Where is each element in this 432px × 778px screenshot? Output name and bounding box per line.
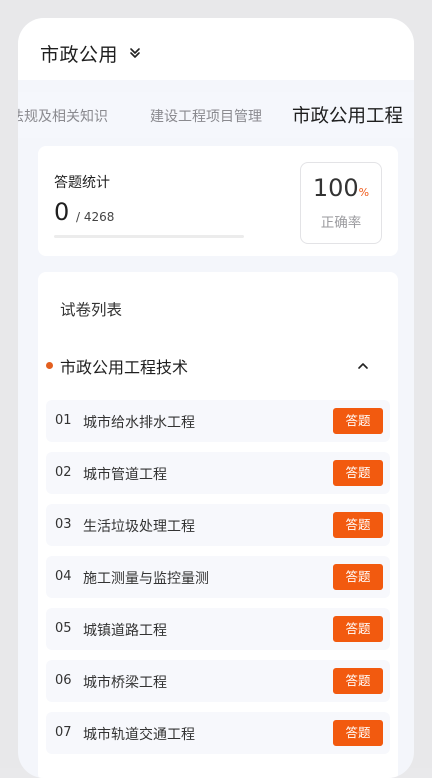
paper-name: 城镇道路工程 (83, 623, 167, 639)
answer-button[interactable]: 答题 (333, 460, 383, 486)
paper-item[interactable]: 02 城市管道工程 答题 (46, 452, 390, 494)
paper-number: 07 (55, 725, 72, 740)
paper-item[interactable]: 01 城市给水排水工程 答题 (46, 400, 390, 442)
header: 市政公用 (18, 18, 414, 80)
answer-button[interactable]: 答题 (333, 616, 383, 642)
main-card: 市政公用 法规及相关知识 建设工程项目管理 市政公用工程 答题统计 0 / 42… (18, 18, 414, 778)
paper-number: 05 (55, 621, 72, 636)
paper-number: 03 (55, 517, 72, 532)
subject-tabs: 法规及相关知识 建设工程项目管理 市政公用工程 (18, 92, 414, 138)
accuracy-value: 100% (301, 174, 381, 202)
paper-name: 城市桥梁工程 (83, 675, 167, 691)
answer-button[interactable]: 答题 (333, 564, 383, 590)
answered-count: 0 (54, 198, 70, 226)
paper-number: 02 (55, 465, 72, 480)
paper-list-title: 试卷列表 (60, 301, 123, 319)
paper-name: 城市给水排水工程 (83, 415, 195, 431)
paper-number: 04 (55, 569, 72, 584)
paper-list-card: 试卷列表 市政公用工程技术 01 城市给水排水工程 答题 02 城市管道工程 答… (38, 272, 398, 778)
total-count: / 4268 (76, 210, 115, 224)
accuracy-box: 100% 正确率 (300, 162, 382, 244)
paper-number: 01 (55, 413, 72, 428)
answer-button[interactable]: 答题 (333, 408, 383, 434)
header-title: 市政公用 (40, 44, 119, 66)
accuracy-number: 100 (312, 174, 359, 202)
paper-name: 城市管道工程 (83, 467, 167, 483)
paper-item[interactable]: 06 城市桥梁工程 答题 (46, 660, 390, 702)
paper-item[interactable]: 04 施工测量与监控量测 答题 (46, 556, 390, 598)
paper-name: 生活垃圾处理工程 (83, 519, 195, 535)
answer-button[interactable]: 答题 (333, 668, 383, 694)
paper-name: 施工测量与监控量测 (83, 571, 209, 587)
answer-button[interactable]: 答题 (333, 720, 383, 746)
progress-bar (54, 235, 244, 238)
paper-item[interactable]: 03 生活垃圾处理工程 答题 (46, 504, 390, 546)
answer-stats-card: 答题统计 0 / 4268 100% 正确率 (38, 146, 398, 256)
answer-button[interactable]: 答题 (333, 512, 383, 538)
stats-label: 答题统计 (54, 175, 110, 191)
tab-project-management[interactable]: 建设工程项目管理 (150, 106, 262, 126)
section-title[interactable]: 市政公用工程技术 (60, 354, 188, 378)
accuracy-unit: % (358, 186, 370, 199)
paper-number: 06 (55, 673, 72, 688)
double-chevron-down-icon[interactable] (128, 46, 142, 60)
accuracy-label: 正确率 (320, 215, 362, 231)
app-frame: 市政公用 法规及相关知识 建设工程项目管理 市政公用工程 答题统计 0 / 42… (0, 0, 432, 778)
tab-municipal-engineering[interactable]: 市政公用工程 (292, 102, 403, 128)
tab-laws[interactable]: 法规及相关知识 (18, 106, 108, 126)
paper-item[interactable]: 05 城镇道路工程 答题 (46, 608, 390, 650)
paper-item[interactable]: 07 城市轨道交通工程 答题 (46, 712, 390, 754)
chevron-up-icon[interactable] (356, 360, 370, 372)
section-dot-icon (46, 362, 53, 369)
paper-name: 城市轨道交通工程 (83, 727, 195, 743)
